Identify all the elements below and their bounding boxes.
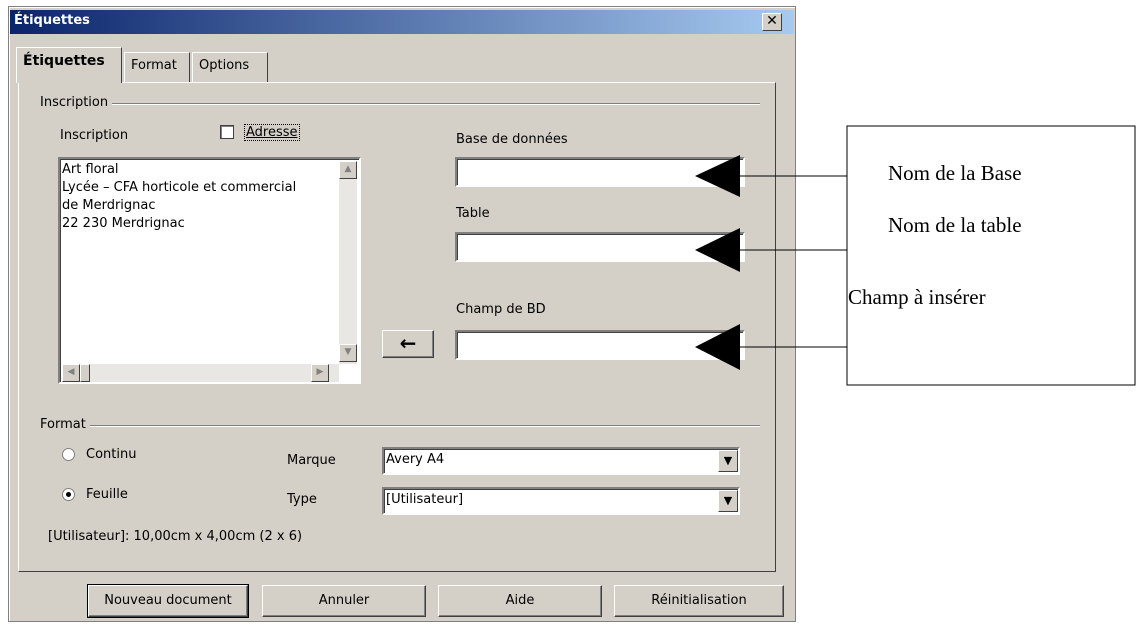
arrow-head-champ-icon xyxy=(695,324,740,370)
arrow-head-table-icon xyxy=(695,228,740,272)
callout-base-text: Nom de la Base xyxy=(888,161,1022,185)
tab-etiquettes[interactable]: Étiquettes xyxy=(16,47,122,83)
tab-label: Étiquettes xyxy=(23,53,105,69)
callout-table-text: Nom de la table xyxy=(888,213,1022,237)
callout-arrows xyxy=(695,125,1136,386)
arrow-head-base-icon xyxy=(695,155,740,197)
callout-champ-text: Champ à insérer xyxy=(848,285,986,309)
